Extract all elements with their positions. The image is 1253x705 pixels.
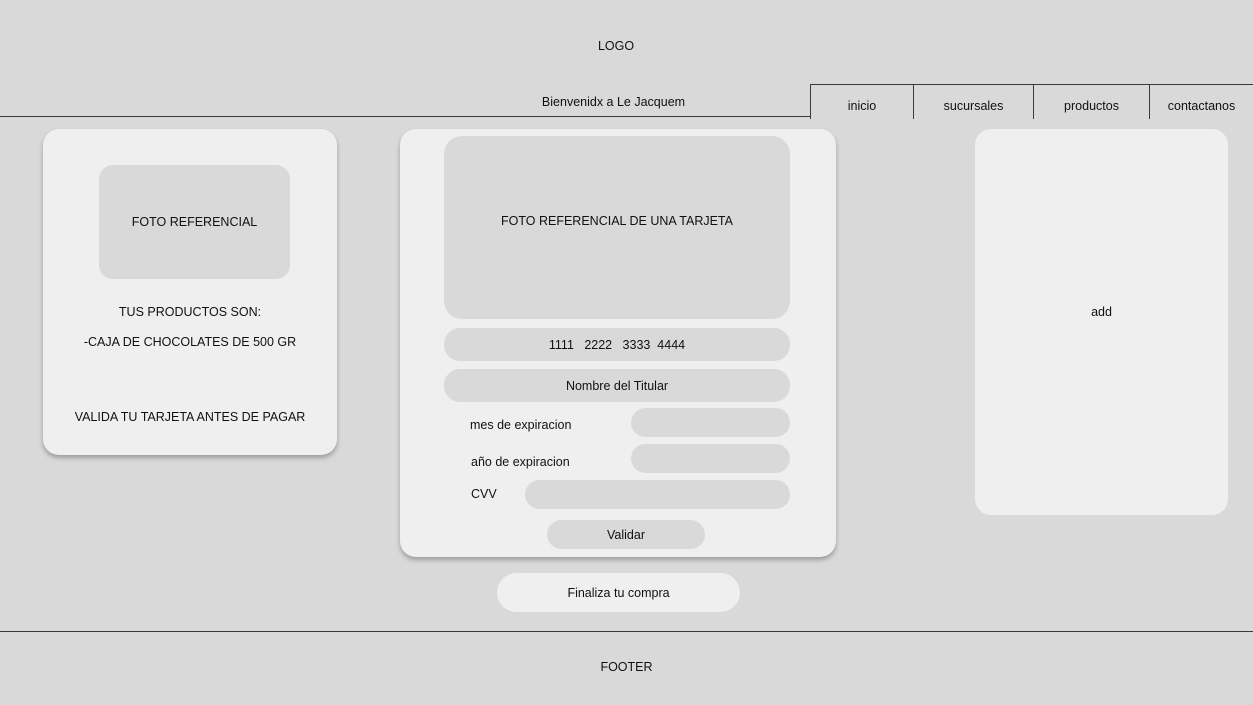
validate-button-label: Validar	[607, 527, 645, 542]
finish-purchase-button[interactable]: Finaliza tu compra	[497, 573, 740, 612]
card-holder-placeholder: Nombre del Titular	[565, 378, 669, 393]
logo-text: LOGO	[597, 39, 635, 53]
ad-panel: add	[975, 129, 1228, 515]
product-photo-text: FOTO REFERENCIAL	[131, 215, 258, 229]
expiry-month-input[interactable]	[631, 408, 790, 437]
card-number-placeholder: 1111 2222 3333 4444	[548, 337, 686, 352]
card-holder-input[interactable]: Nombre del Titular	[444, 369, 790, 402]
products-heading-text: TUS PRODUCTOS SON:	[118, 305, 262, 319]
ad-panel-text: add	[1091, 305, 1112, 319]
expiry-month-label: mes de expiracion	[470, 418, 572, 432]
nav-tab-label: inicio	[847, 99, 877, 113]
product-photo-placeholder: FOTO REFERENCIAL	[99, 165, 290, 279]
nav-tab-label: contactanos	[1167, 99, 1236, 113]
product-item-text: -CAJA DE CHOCOLATES DE 500 GR	[83, 335, 297, 349]
logo: LOGO	[0, 34, 1232, 58]
validate-button[interactable]: Validar	[547, 520, 705, 549]
expiry-year-input[interactable]	[631, 444, 790, 473]
expiry-year-label: año de expiracion	[471, 455, 570, 469]
card-number-input[interactable]: 1111 2222 3333 4444	[444, 328, 790, 361]
cvv-input[interactable]	[525, 480, 790, 509]
nav-tab-label: sucursales	[943, 99, 1004, 113]
card-photo-placeholder: FOTO REFERENCIAL DE UNA TARJETA	[444, 136, 790, 319]
footer-text: FOOTER	[600, 660, 653, 674]
validate-notice-text: VALIDA TU TARJETA ANTES DE PAGAR	[74, 410, 306, 424]
nav-tab-contactanos[interactable]: contactanos	[1149, 85, 1253, 119]
validate-notice: VALIDA TU TARJETA ANTES DE PAGAR	[43, 407, 337, 427]
main-nav: inicio sucursales productos contactanos	[810, 84, 1253, 119]
product-list-item: -CAJA DE CHOCOLATES DE 500 GR	[43, 332, 337, 352]
footer: FOOTER	[0, 655, 1253, 679]
nav-tab-productos[interactable]: productos	[1033, 85, 1149, 119]
cvv-label: CVV	[471, 487, 497, 501]
products-heading: TUS PRODUCTOS SON:	[43, 302, 337, 322]
card-photo-text: FOTO REFERENCIAL DE UNA TARJETA	[501, 214, 733, 228]
nav-tab-sucursales[interactable]: sucursales	[913, 85, 1033, 119]
nav-tab-label: productos	[1064, 99, 1119, 113]
footer-divider	[0, 631, 1253, 632]
nav-tab-inicio[interactable]: inicio	[810, 85, 913, 119]
finish-purchase-label: Finaliza tu compra	[567, 585, 670, 600]
welcome-text: Bienvenidx a Le Jacquem	[541, 95, 686, 109]
